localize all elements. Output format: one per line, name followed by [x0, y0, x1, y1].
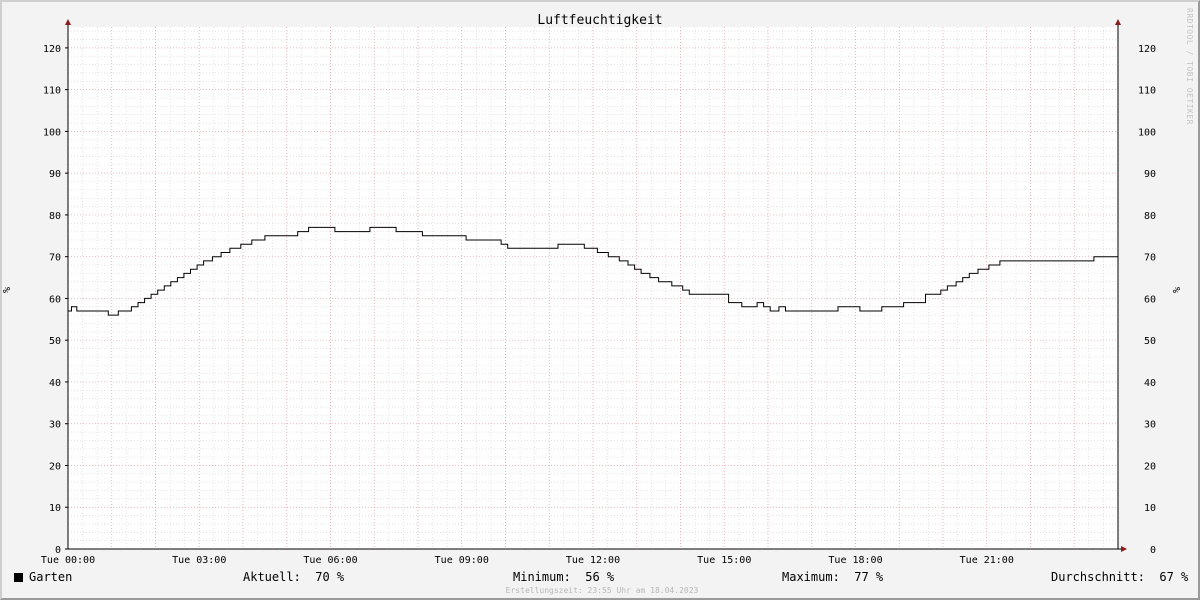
x-tick-label: Tue 15:00	[697, 555, 751, 566]
y-tick-label-right: 80	[1144, 211, 1156, 222]
aktuell-value: 70 %	[315, 570, 345, 584]
legend-aktuell: Aktuell: 70 %	[243, 570, 344, 584]
aktuell-label: Aktuell:	[243, 570, 301, 584]
x-axis-arrow	[1121, 546, 1127, 552]
x-tick-label: Tue 03:00	[172, 555, 226, 566]
y-tick-label-left: 110	[43, 86, 61, 97]
y-tick-label-right: 20	[1144, 461, 1156, 472]
x-tick-label: Tue 12:00	[566, 555, 620, 566]
y-tick-label-right: 0	[1150, 545, 1156, 556]
y-tick-label-right: 120	[1138, 44, 1156, 55]
y-axis-label-left: %	[2, 287, 13, 293]
y-tick-label-left: 50	[49, 336, 61, 347]
y-tick-label-right: 70	[1144, 253, 1156, 264]
y-tick-label-left: 120	[43, 44, 61, 55]
chart-frame: Luftfeuchtigkeit % % 0 0 10 10 20 20 30 30 40 40 5…	[0, 0, 1200, 600]
durchschnitt-value: 67 %	[1159, 570, 1189, 584]
y-tick-label-left: 30	[49, 420, 61, 431]
y-tick-label-right: 110	[1138, 86, 1156, 97]
y-axis-arrow-left	[65, 19, 71, 25]
x-tick-label: Tue 21:00	[960, 555, 1014, 566]
chart-title: Luftfeuchtigkeit	[537, 13, 662, 28]
legend-series-name: Garten	[29, 570, 73, 584]
y-tick-label-left: 100	[43, 127, 61, 138]
y-tick-label-left: 90	[49, 169, 61, 180]
x-tick-label: Tue 00:00	[41, 555, 95, 566]
maximum-label: Maximum:	[782, 570, 840, 584]
legend-durchschnitt: Durchschnitt: 67 %	[1051, 570, 1188, 584]
legend-series: Garten	[14, 570, 72, 584]
x-tick-label: Tue 09:00	[435, 555, 489, 566]
y-tick-label-right: 10	[1144, 503, 1156, 514]
y-tick-label-right: 90	[1144, 169, 1156, 180]
y-axis-arrow-right	[1115, 19, 1121, 25]
legend-swatch	[14, 573, 23, 582]
minimum-value: 56 %	[585, 570, 615, 584]
x-tick-label: Tue 18:00	[828, 555, 882, 566]
y-tick-label-right: 100	[1138, 127, 1156, 138]
legend-minimum: Minimum: 56 %	[513, 570, 614, 584]
legend-maximum: Maximum: 77 %	[782, 570, 883, 584]
y-tick-label-right: 40	[1144, 378, 1156, 389]
durchschnitt-label: Durchschnitt:	[1051, 570, 1145, 584]
y-tick-label-left: 60	[49, 294, 61, 305]
y-tick-label-right: 60	[1144, 294, 1156, 305]
maximum-value: 77 %	[854, 570, 884, 584]
y-tick-label-right: 30	[1144, 420, 1156, 431]
y-tick-label-right: 50	[1144, 336, 1156, 347]
creation-time-footer: Erstellungszeit: 23:55 Uhr am 18.04.2023	[505, 586, 699, 595]
y-tick-label-left: 20	[49, 461, 61, 472]
y-tick-label-left: 10	[49, 503, 61, 514]
rrdtool-watermark: RRDTOOL / TOBI OETIKER	[1185, 8, 1194, 125]
y-axis-label-right: %	[1172, 287, 1183, 293]
minimum-label: Minimum:	[513, 570, 571, 584]
y-tick-label-left: 70	[49, 253, 61, 264]
y-tick-label-left: 40	[49, 378, 61, 389]
humidity-chart: Luftfeuchtigkeit % % 0 010 1020 2030 3040 405…	[2, 13, 1183, 566]
legend: Garten Aktuell: 70 % Minimum: 56 % Maxim…	[2, 568, 1200, 588]
y-tick-label-left: 80	[49, 211, 61, 222]
x-tick-label: Tue 06:00	[303, 555, 357, 566]
